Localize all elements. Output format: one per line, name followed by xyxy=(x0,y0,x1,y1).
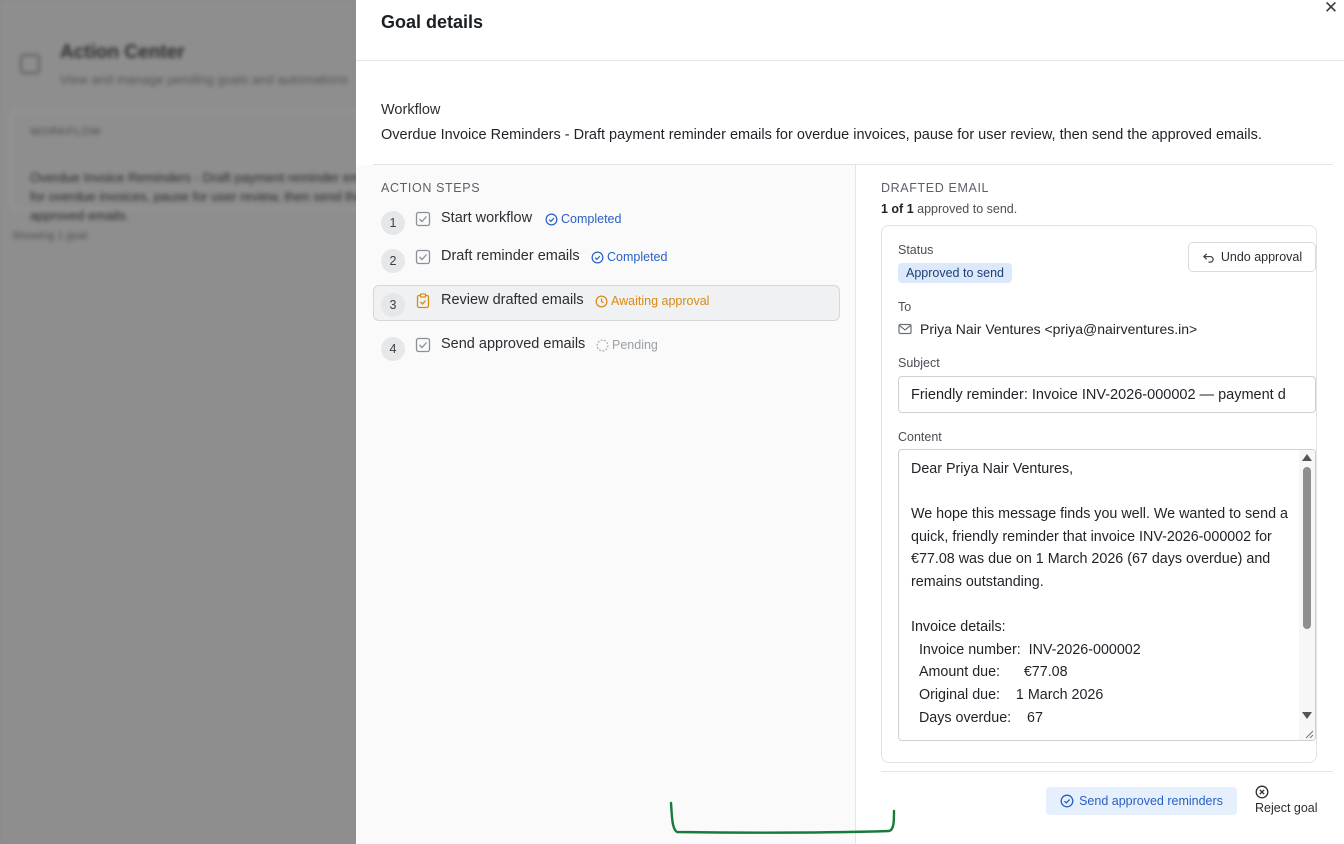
step-draft-reminder-emails[interactable]: 2 Draft reminder emails Completed xyxy=(373,241,840,277)
check-circle-icon xyxy=(1060,794,1074,808)
email-card: Status Approved to send Undo approval To… xyxy=(881,225,1317,763)
checkbox-icon xyxy=(415,211,431,227)
step-number: 1 xyxy=(381,211,405,235)
step-number: 3 xyxy=(381,293,405,317)
footer-divider xyxy=(881,771,1333,772)
subject-input[interactable] xyxy=(898,376,1316,413)
content-label: Content xyxy=(898,430,942,444)
goal-details-panel: Goal details ✕ Workflow Overdue Invoice … xyxy=(356,0,1344,844)
drafted-email-column: DRAFTED EMAIL 1 of 1 approved to send. S… xyxy=(857,165,1344,844)
panel-header: Goal details ✕ xyxy=(356,0,1344,61)
x-circle-icon xyxy=(1255,785,1269,799)
reject-goal-label: Reject goal xyxy=(1255,801,1318,815)
status-completed: Completed xyxy=(591,250,667,264)
content-scrollbar[interactable] xyxy=(1299,450,1315,740)
highlight-annotation xyxy=(669,801,896,834)
status-awaiting-approval: Awaiting approval xyxy=(595,294,709,308)
drafted-email-label: DRAFTED EMAIL xyxy=(881,181,990,195)
approved-count: 1 of 1 approved to send. xyxy=(881,202,1017,216)
content-text[interactable]: Dear Priya Nair Ventures, We hope this m… xyxy=(911,458,1295,729)
resize-grip-icon[interactable] xyxy=(1302,727,1314,739)
clipboard-icon xyxy=(416,293,430,309)
recipient: Priya Nair Ventures <priya@nairventures.… xyxy=(898,321,1197,337)
background-section-label: WORKFLOW xyxy=(30,126,102,138)
status-label: Status xyxy=(898,243,934,257)
undo-approval-label: Undo approval xyxy=(1220,250,1303,264)
action-steps-column: ACTION STEPS 1 Start workflow Completed … xyxy=(356,165,856,844)
step-title: Review drafted emails xyxy=(441,292,584,308)
scroll-down-arrow-icon[interactable] xyxy=(1302,712,1312,719)
content-textarea[interactable]: Dear Priya Nair Ventures, We hope this m… xyxy=(898,449,1316,741)
background-footer: Showing 1 goal xyxy=(12,230,88,242)
step-title: Send approved emails xyxy=(441,336,586,352)
status-pending: Pending xyxy=(596,338,658,352)
subject-label: Subject xyxy=(898,356,940,370)
to-label: To xyxy=(898,300,912,314)
check-circle-icon xyxy=(545,213,558,225)
status-badge: Approved to send xyxy=(898,263,1012,283)
step-number: 2 xyxy=(381,249,405,273)
clock-icon xyxy=(595,295,608,307)
recipient-text: Priya Nair Ventures <priya@nairventures.… xyxy=(920,321,1198,337)
pending-circle-icon xyxy=(596,339,609,351)
undo-icon xyxy=(1202,252,1214,263)
undo-approval-button[interactable]: Undo approval xyxy=(1188,242,1316,272)
background-section-text: Overdue Invoice Reminders - Draft paymen… xyxy=(30,170,381,223)
step-review-drafted-emails[interactable]: 3 Review drafted emails Awaiting approva… xyxy=(373,285,840,321)
action-steps-label: ACTION STEPS xyxy=(381,181,481,195)
send-approved-reminders-label: Send approved reminders xyxy=(1079,794,1223,808)
check-circle-icon xyxy=(591,251,604,263)
checkbox-icon xyxy=(415,249,431,265)
step-title: Start workflow xyxy=(441,210,533,226)
status-text: Completed xyxy=(607,250,668,264)
step-title: Draft reminder emails xyxy=(441,248,580,264)
scroll-thumb[interactable] xyxy=(1303,467,1311,629)
step-send-approved-emails[interactable]: 4 Send approved emails Pending xyxy=(373,329,840,365)
status-completed: Completed xyxy=(545,212,621,226)
background-subtitle: View and manage pending goals and automa… xyxy=(60,72,349,87)
status-text: Awaiting approval xyxy=(611,294,710,308)
status-text: Pending xyxy=(612,338,658,352)
workflow-label: Workflow xyxy=(381,102,441,118)
approved-count-rest: approved to send. xyxy=(913,202,1018,216)
step-number: 4 xyxy=(381,337,405,361)
send-approved-reminders-button[interactable]: Send approved reminders xyxy=(1046,787,1237,815)
menu-icon xyxy=(20,54,40,74)
status-text: Completed xyxy=(561,212,622,226)
close-icon[interactable]: ✕ xyxy=(1322,0,1340,17)
background-title: Action Center xyxy=(60,42,185,63)
step-start-workflow[interactable]: 1 Start workflow Completed xyxy=(373,203,840,239)
workflow-description: Overdue Invoice Reminders - Draft paymen… xyxy=(381,127,1262,143)
checkbox-icon xyxy=(415,337,431,353)
scroll-up-arrow-icon[interactable] xyxy=(1302,454,1312,461)
panel-title: Goal details xyxy=(381,12,484,32)
approved-count-strong: 1 of 1 xyxy=(881,202,914,216)
mail-icon xyxy=(898,323,912,335)
reject-goal-button[interactable]: Reject goal xyxy=(1255,785,1325,817)
